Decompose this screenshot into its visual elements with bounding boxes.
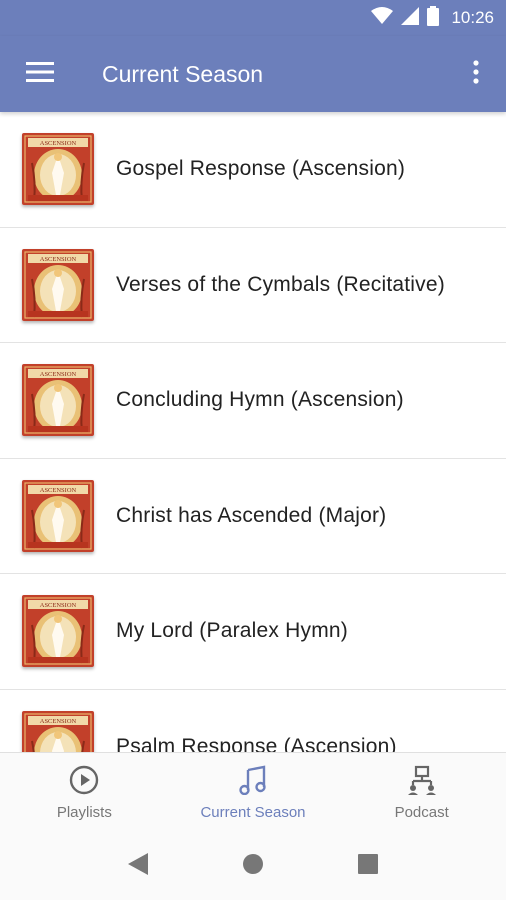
nav-playlists-label: Playlists [56, 803, 112, 821]
overflow-menu-button[interactable] [446, 36, 506, 112]
track-row[interactable]: ASCENSION Gospel Response (Ascension) [0, 112, 506, 228]
home-button[interactable] [231, 844, 275, 888]
back-button[interactable] [116, 844, 160, 888]
page-title: Current Season [102, 60, 264, 87]
track-list: ASCENSION Gospel Response (Ascension) AS… [0, 112, 506, 752]
svg-text:ASCENSION: ASCENSION [40, 718, 77, 725]
wifi-icon [371, 6, 394, 30]
track-title: Gospel Response (Ascension) [116, 157, 406, 181]
album-art-thumbnail: ASCENSION [22, 595, 94, 668]
battery-icon [427, 5, 440, 31]
album-art-thumbnail: ASCENSION [22, 364, 94, 437]
track-row[interactable]: ASCENSION Christ has Ascended (Major) [0, 459, 506, 574]
recents-square-icon [358, 853, 379, 879]
recents-button[interactable] [346, 844, 390, 888]
home-circle-icon [242, 853, 264, 880]
svg-text:ASCENSION: ASCENSION [40, 602, 77, 609]
clock: 10:26 [451, 8, 494, 27]
track-title: Christ has Ascended (Major) [116, 503, 387, 527]
app-bar: Current Season [0, 36, 506, 112]
status-bar: 10:26 [0, 0, 506, 36]
back-triangle-icon [127, 852, 148, 880]
menu-button[interactable] [0, 36, 80, 112]
more-vert-icon [473, 59, 479, 89]
play-circle-icon [69, 765, 99, 800]
bottom-navigation: Playlists Current Season Podcast [0, 752, 506, 832]
album-art-thumbnail: ASCENSION [22, 248, 94, 321]
nav-podcast-label: Podcast [394, 803, 449, 821]
system-navigation-bar [0, 832, 506, 900]
svg-text:ASCENSION: ASCENSION [40, 487, 77, 494]
album-art-thumbnail: ASCENSION [22, 133, 94, 206]
cell-signal-icon [401, 6, 420, 30]
track-title: Concluding Hymn (Ascension) [116, 388, 404, 412]
nav-current-season[interactable]: Current Season [169, 753, 338, 832]
svg-text:ASCENSION: ASCENSION [40, 371, 77, 378]
track-title: My Lord (Paralex Hymn) [116, 619, 348, 643]
nav-playlists[interactable]: Playlists [0, 753, 169, 832]
track-title: Psalm Response (Ascension) [116, 734, 397, 752]
album-art-thumbnail: ASCENSION [22, 710, 94, 752]
svg-text:ASCENSION: ASCENSION [40, 256, 77, 263]
track-row[interactable]: ASCENSION Verses of the Cymbals (Recitat… [0, 228, 506, 343]
track-title: Verses of the Cymbals (Recitative) [116, 272, 445, 296]
track-row[interactable]: ASCENSION Psalm Response (Ascension) [0, 690, 506, 752]
podcast-network-icon [407, 765, 437, 800]
nav-current-season-label: Current Season [200, 803, 306, 821]
svg-text:ASCENSION: ASCENSION [40, 140, 77, 147]
track-row[interactable]: ASCENSION Concluding Hymn (Ascension) [0, 343, 506, 459]
music-note-icon [238, 765, 268, 800]
hamburger-menu-icon [26, 61, 54, 87]
track-row[interactable]: ASCENSION My Lord (Paralex Hymn) [0, 574, 506, 690]
nav-podcast[interactable]: Podcast [337, 753, 506, 832]
album-art-thumbnail: ASCENSION [22, 479, 94, 552]
